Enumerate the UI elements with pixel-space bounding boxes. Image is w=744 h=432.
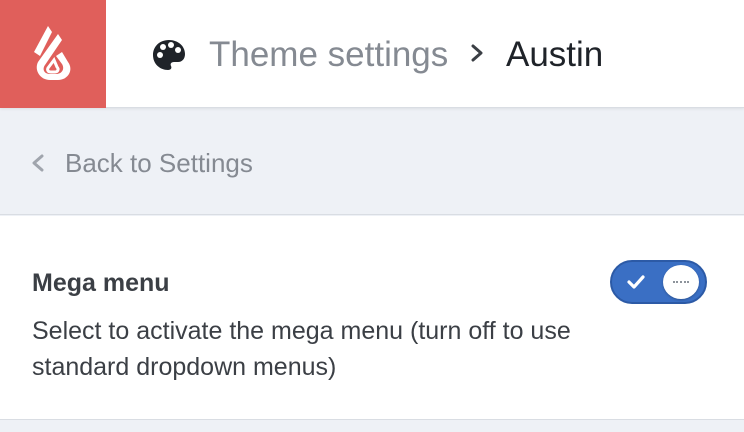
toggle-knob[interactable] (663, 265, 699, 299)
knob-grip-icon (673, 281, 689, 283)
chevron-left-icon (32, 154, 44, 172)
back-bar: Back to Settings (0, 108, 744, 215)
back-to-settings-link[interactable]: Back to Settings (30, 146, 253, 180)
breadcrumb-current: Austin (506, 35, 604, 74)
setting-description: Select to activate the mega menu (turn o… (32, 317, 571, 381)
mega-menu-toggle[interactable] (610, 260, 707, 304)
chevron-right-icon (471, 44, 483, 62)
lightspeed-flame-logo-icon (34, 26, 71, 80)
setting-card-mega-menu: Mega menu Select to activate the mega me… (0, 216, 744, 420)
setting-title: Mega menu (32, 269, 170, 297)
app-logo[interactable] (0, 0, 106, 108)
breadcrumb-parent[interactable]: Theme settings (209, 34, 448, 76)
top-header: Theme settings Austin (0, 0, 744, 108)
checkmark-icon (627, 275, 645, 289)
back-link-label: Back to Settings (65, 148, 253, 178)
palette-icon (153, 40, 185, 70)
